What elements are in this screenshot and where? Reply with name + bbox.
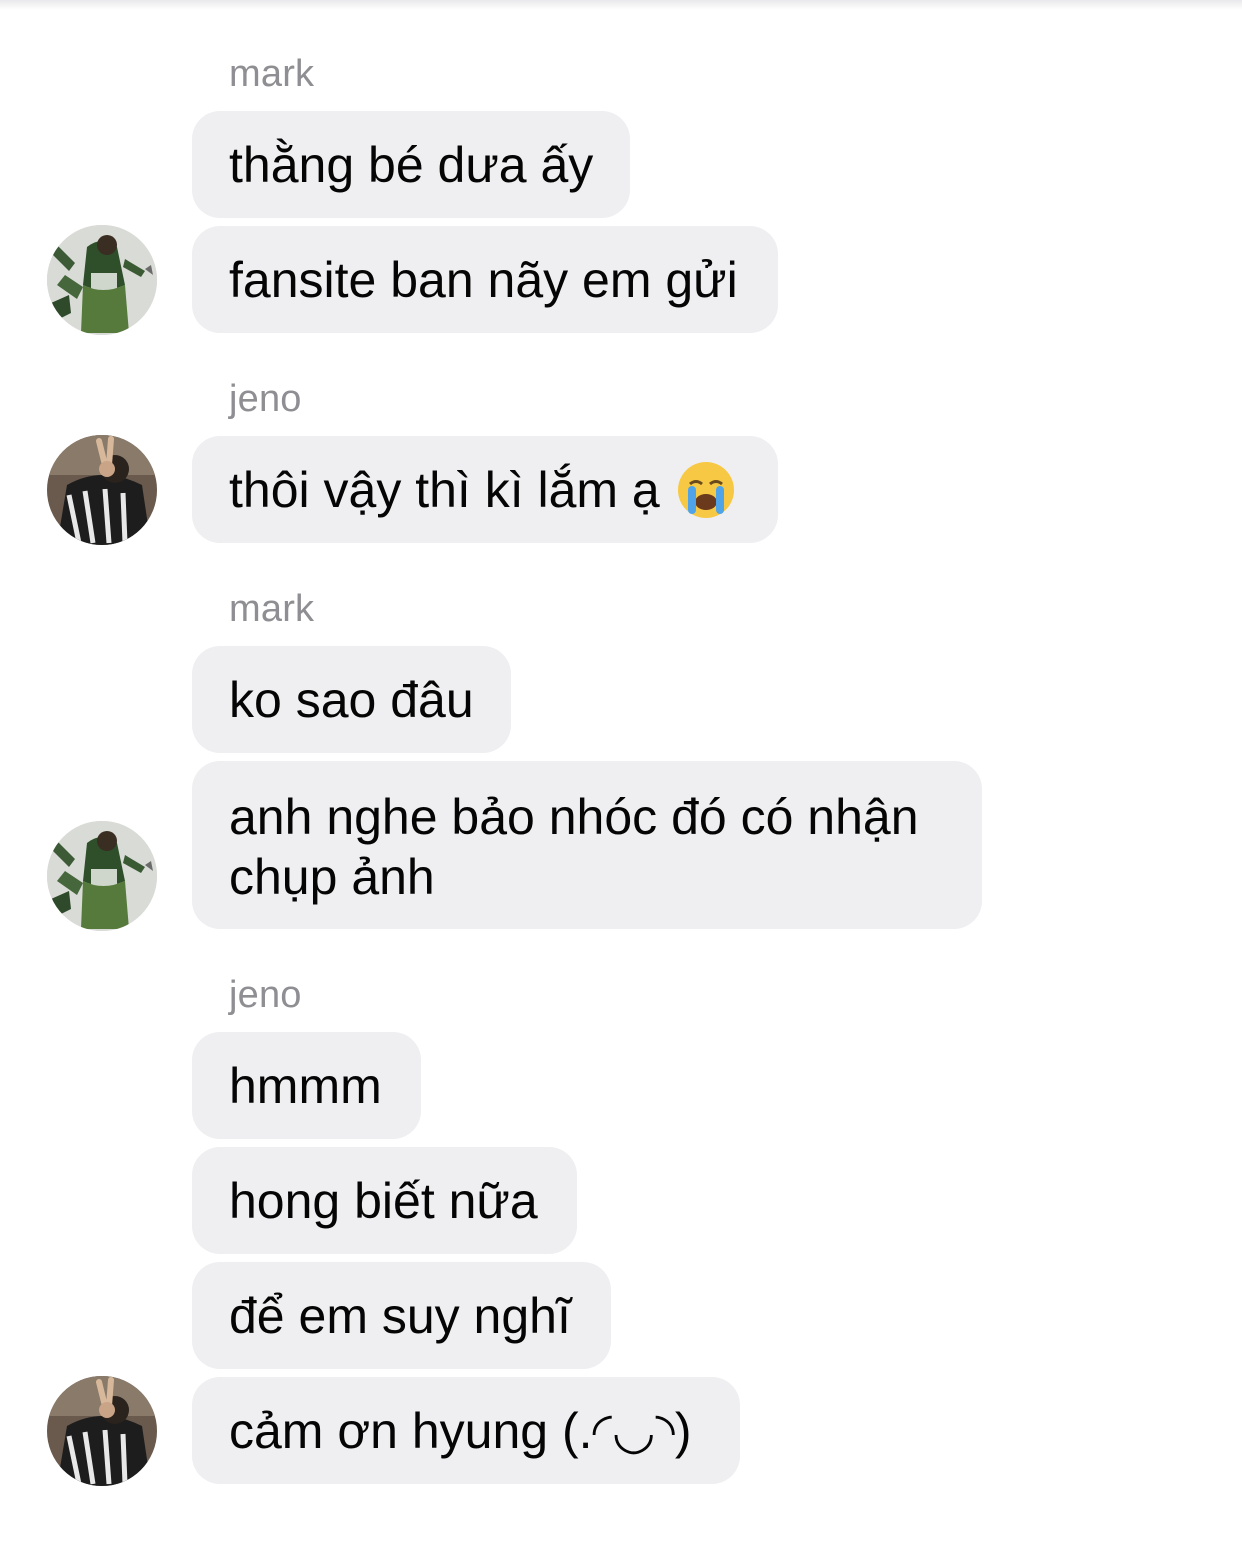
message-bubble[interactable]: hmmm bbox=[192, 1032, 421, 1139]
message-text: thôi vậy thì kì lắm ạ bbox=[229, 461, 660, 518]
message-text: fansite ban nãy em gửi bbox=[229, 251, 738, 308]
message-bubble[interactable]: fansite ban nãy em gửi bbox=[192, 226, 778, 333]
message-bubble[interactable]: để em suy nghĩ bbox=[192, 1262, 611, 1369]
jeno-avatar-image bbox=[47, 435, 157, 545]
message-text: thằng bé dưa ấy bbox=[229, 136, 594, 193]
avatar[interactable] bbox=[47, 435, 157, 545]
mark-avatar-image bbox=[47, 821, 157, 931]
message-text: hmmm bbox=[229, 1057, 382, 1114]
message-text: ko sao đâu bbox=[229, 671, 474, 728]
message-bubble[interactable]: thằng bé dưa ấy bbox=[192, 111, 630, 218]
sender-name: jeno bbox=[229, 974, 302, 1016]
mark-avatar-image bbox=[47, 225, 157, 335]
chat-thread[interactable]: mark thằng bé dưa ấy fansite ban nãy em … bbox=[0, 0, 1242, 1547]
message-bubble[interactable]: anh nghe bảo nhóc đó có nhận chụp ảnh bbox=[192, 761, 982, 929]
avatar[interactable] bbox=[47, 1376, 157, 1486]
avatar[interactable] bbox=[47, 225, 157, 335]
message-text: cảm ơn hyung (.◜◡◝) bbox=[229, 1402, 692, 1459]
message-bubble[interactable]: ko sao đâu bbox=[192, 646, 511, 753]
message-bubble[interactable]: thôi vậy thì kì lắm ạ bbox=[192, 436, 778, 543]
sender-name: jeno bbox=[229, 378, 302, 420]
avatar[interactable] bbox=[47, 821, 157, 931]
message-text: để em suy nghĩ bbox=[229, 1287, 571, 1344]
sender-name: mark bbox=[229, 588, 315, 630]
message-bubble[interactable]: cảm ơn hyung (.◜◡◝) bbox=[192, 1377, 740, 1484]
sender-name: mark bbox=[229, 53, 315, 95]
message-text: hong biết nữa bbox=[229, 1172, 538, 1229]
loudly-crying-face-icon bbox=[676, 460, 736, 520]
message-bubble[interactable]: hong biết nữa bbox=[192, 1147, 577, 1254]
jeno-avatar-image bbox=[47, 1376, 157, 1486]
message-text: anh nghe bảo nhóc đó có nhận chụp ảnh bbox=[229, 789, 919, 905]
